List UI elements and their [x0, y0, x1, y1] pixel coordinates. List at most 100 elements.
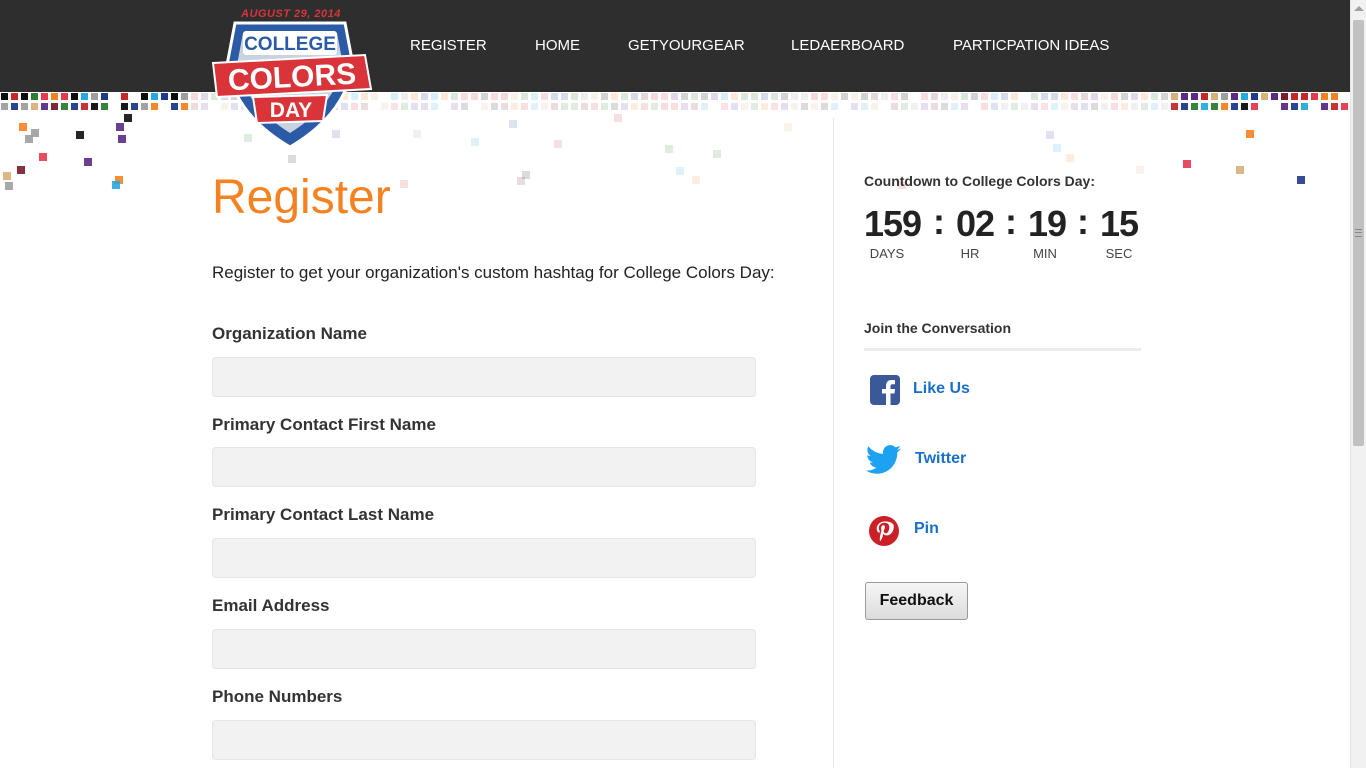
confetti-square — [1261, 93, 1268, 100]
confetti-square — [1311, 103, 1318, 110]
confetti-square — [461, 93, 468, 100]
page-title: Register — [212, 171, 391, 224]
confetti-square — [1191, 103, 1198, 110]
confetti-square — [517, 177, 525, 185]
confetti-square — [1011, 103, 1018, 110]
confetti-square — [19, 123, 27, 131]
countdown-days-label: DAYS — [869, 246, 905, 261]
nav-get-your-gear[interactable]: GETYOURGEAR — [628, 37, 745, 54]
confetti-square — [441, 93, 448, 100]
vertical-scrollbar[interactable] — [1350, 0, 1366, 768]
facebook-like-link[interactable]: Like Us — [913, 380, 970, 398]
confetti-square — [71, 93, 78, 100]
confetti-square — [17, 166, 25, 174]
confetti-square — [1161, 93, 1168, 100]
confetti-square — [901, 103, 908, 110]
confetti-square — [400, 180, 408, 188]
confetti-square — [1, 93, 8, 100]
confetti-square — [84, 158, 92, 166]
confetti-square — [1171, 103, 1178, 110]
confetti-square — [1161, 103, 1168, 110]
confetti-square — [541, 93, 548, 100]
confetti-square — [39, 153, 47, 161]
confetti-square — [121, 103, 128, 110]
confetti-square — [981, 103, 988, 110]
confetti-square — [431, 93, 438, 100]
last-name-label: Primary Contact Last Name — [212, 505, 435, 524]
confetti-square — [1271, 93, 1278, 100]
confetti-square — [991, 103, 998, 110]
countdown-minutes-label: MIN — [1033, 246, 1057, 261]
confetti-square — [951, 93, 958, 100]
confetti-square — [51, 93, 58, 100]
confetti-square — [1331, 93, 1338, 100]
pinterest-pin-link[interactable]: Pin — [914, 520, 939, 538]
confetti-square — [771, 93, 778, 100]
logo-line2: COLORS — [227, 58, 357, 98]
phone-input[interactable] — [212, 720, 756, 760]
confetti-square — [1053, 144, 1061, 152]
nav-leaderboard[interactable]: LEDAERBOARD — [791, 37, 904, 54]
confetti-square — [651, 93, 658, 100]
feedback-button[interactable]: Feedback — [865, 582, 968, 620]
confetti-square — [1181, 93, 1188, 100]
confetti-square — [1301, 103, 1308, 110]
pinterest-icon[interactable] — [868, 515, 900, 552]
confetti-square — [1041, 103, 1048, 110]
twitter-link[interactable]: Twitter — [915, 450, 966, 468]
confetti-square — [181, 93, 188, 100]
confetti-square — [901, 93, 908, 100]
countdown-seconds: 15 — [1100, 203, 1139, 244]
confetti-square — [21, 93, 28, 100]
facebook-icon[interactable] — [870, 375, 900, 410]
confetti-square — [611, 93, 618, 100]
confetti-square — [1091, 103, 1098, 110]
confetti-square — [1011, 93, 1018, 100]
nav-register[interactable]: REGISTER — [410, 37, 487, 54]
confetti-square — [509, 120, 517, 128]
confetti-square — [491, 103, 498, 110]
confetti-square — [1221, 103, 1228, 110]
first-name-input[interactable] — [212, 447, 756, 487]
confetti-square — [1101, 103, 1108, 110]
confetti-square — [161, 93, 168, 100]
nav-participation-ideas[interactable]: PARTICPATION IDEAS — [953, 37, 1109, 54]
nav-home[interactable]: HOME — [535, 37, 580, 54]
confetti-square — [601, 93, 608, 100]
confetti-square — [1041, 93, 1048, 100]
organization-name-input[interactable] — [212, 357, 756, 397]
logo-line3: DAY — [270, 99, 312, 122]
confetti-square — [631, 93, 638, 100]
confetti-square — [1301, 93, 1308, 100]
confetti-square — [112, 181, 120, 189]
confetti-square — [841, 103, 848, 110]
confetti-square — [81, 93, 88, 100]
college-colors-day-logo[interactable]: COLLEGE COLORS DAY AUGUST 29, 2014 — [205, 5, 375, 155]
confetti-square — [381, 103, 388, 110]
confetti-square — [111, 103, 118, 110]
confetti-square — [741, 103, 748, 110]
confetti-square — [731, 103, 738, 110]
last-name-input[interactable] — [212, 538, 756, 578]
confetti-square — [661, 103, 668, 110]
confetti-square — [1201, 103, 1208, 110]
scroll-up-arrow-icon[interactable] — [1354, 6, 1364, 11]
confetti-square — [731, 93, 738, 100]
confetti-square — [61, 103, 68, 110]
confetti-square — [1131, 103, 1138, 110]
confetti-square — [1241, 93, 1248, 100]
confetti-square — [1201, 93, 1208, 100]
confetti-square — [1071, 93, 1078, 100]
scrollbar-grip-icon — [1355, 229, 1362, 237]
confetti-square — [1341, 103, 1348, 110]
confetti-square — [522, 171, 530, 179]
confetti-square — [1171, 93, 1178, 100]
confetti-square — [421, 103, 428, 110]
email-input[interactable] — [212, 629, 756, 669]
confetti-square — [981, 93, 988, 100]
confetti-square — [31, 103, 38, 110]
logo-line1: COLLEGE — [244, 34, 336, 55]
twitter-icon[interactable] — [865, 445, 902, 480]
confetti-square — [931, 93, 938, 100]
confetti-square — [692, 176, 700, 184]
